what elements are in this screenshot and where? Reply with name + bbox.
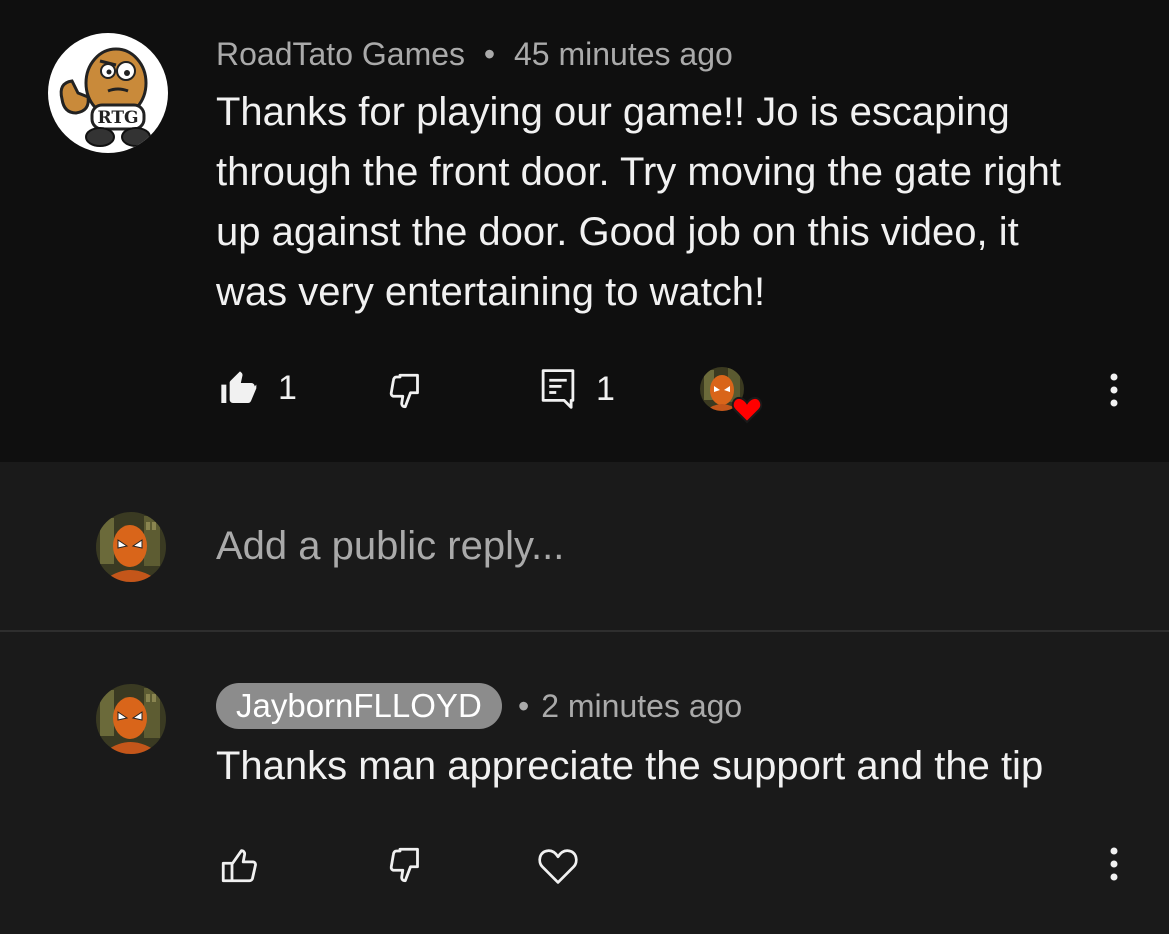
comment-meta: RoadTato Games • 45 minutes ago [216, 34, 733, 74]
like-count: 1 [278, 369, 297, 407]
svg-text:RTG: RTG [98, 108, 139, 128]
comment-timestamp: 45 minutes ago [514, 36, 733, 72]
creator-heart [700, 366, 766, 424]
comment-action-bar: 1 1 [0, 360, 1169, 424]
reply-heart-button[interactable] [536, 844, 580, 886]
meta-separator: • [483, 36, 496, 72]
reply-timestamp: • 2 minutes ago [518, 686, 742, 726]
reply-more-button[interactable] [1104, 846, 1124, 886]
comment-more-button[interactable] [1104, 372, 1124, 412]
current-user-avatar [96, 512, 166, 582]
comment-icon [541, 369, 575, 409]
comment-text: Thanks for playing our game!! Jo is esca… [216, 90, 1061, 314]
spiderman-avatar-icon [96, 684, 166, 754]
dislike-button[interactable] [386, 370, 428, 412]
comment-thread: RTG RoadTato Games • 45 minutes ago Than… [0, 0, 1169, 934]
top-level-comment: RTG RoadTato Games • 45 minutes ago Than… [0, 0, 1169, 462]
creator-heart-icon [700, 367, 763, 424]
thumbs-up-filled-icon [221, 371, 257, 403]
potato-mascot-icon: RTG [59, 47, 151, 147]
reply-action-bar [0, 834, 1169, 894]
reply-author-avatar[interactable] [96, 684, 166, 754]
thumbs-up-outline-icon [221, 849, 257, 883]
more-vert-icon [1110, 847, 1118, 881]
reply-like-button[interactable] [218, 844, 260, 886]
replies-button[interactable]: 1 [540, 368, 615, 410]
heart-outline-icon [538, 849, 578, 884]
reply-time-text: 2 minutes ago [541, 688, 743, 724]
reply-text: Thanks man appreciate the support and th… [216, 744, 1044, 788]
add-reply-input[interactable]: Add a public reply... [216, 522, 564, 570]
comment-author[interactable]: RoadTato Games [216, 36, 465, 72]
roadtato-avatar[interactable]: RTG [48, 33, 168, 153]
reply-author-chip[interactable]: JaybornFLLOYD [216, 683, 502, 729]
like-button[interactable]: 1 [218, 368, 297, 408]
meta-separator: • [518, 688, 530, 724]
reply-count: 1 [596, 370, 615, 408]
thumbs-down-outline-icon [389, 373, 419, 409]
reply-dislike-button[interactable] [386, 844, 428, 886]
spiderman-avatar-icon [96, 512, 166, 582]
thumbs-down-outline-icon [389, 847, 419, 883]
more-vert-icon [1110, 373, 1118, 407]
divider [0, 630, 1169, 632]
